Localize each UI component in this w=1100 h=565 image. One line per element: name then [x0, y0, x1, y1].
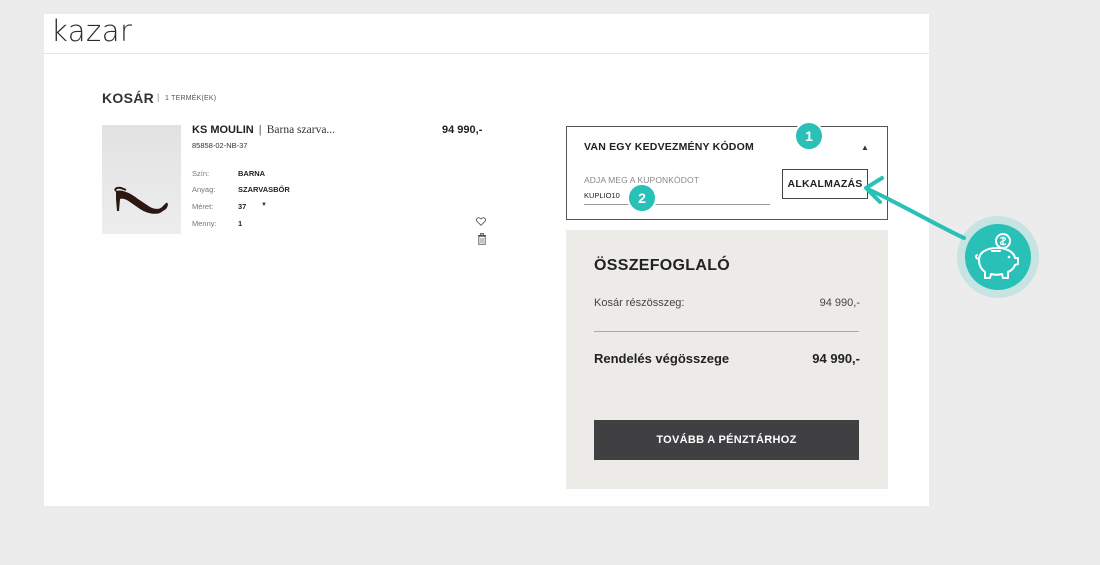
collapse-caret-icon[interactable]: ▲	[861, 143, 869, 152]
size-select[interactable]: 37	[238, 202, 246, 211]
quantity-value: 1	[238, 219, 243, 228]
coupon-code-input[interactable]: KUPLIO10	[584, 191, 620, 200]
step-badge-1: 1	[794, 121, 824, 151]
material-label: Anyag:	[192, 185, 216, 194]
coupon-input-underline	[584, 204, 770, 205]
proceed-to-checkout-button[interactable]: TOVÁBB A PÉNZTÁRHOZ	[594, 420, 859, 460]
product-name[interactable]: KS MOULIN	[192, 124, 254, 136]
size-label: Méret:	[192, 202, 214, 211]
product-name-separator: |	[258, 124, 262, 136]
product-name-line[interactable]: KS MOULIN | Barna szarva...	[192, 124, 335, 136]
summary-title: ÖSSZEFOGLALÓ	[594, 257, 731, 274]
pointer-arrow-icon	[864, 176, 966, 240]
heart-icon[interactable]	[476, 213, 486, 231]
product-image[interactable]	[102, 125, 181, 234]
cart-item-count: 1 TERMÉK(EK)	[165, 95, 217, 102]
order-total-label: Rendelés végösszege	[594, 351, 730, 366]
material-value: SZARVASBŐR	[238, 185, 290, 194]
page-card: kazar KOSÁR | 1 TERMÉK(EK) KS MOULIN | B…	[44, 14, 929, 506]
product-subtitle[interactable]: Barna szarva...	[267, 124, 335, 136]
coupon-title[interactable]: VAN EGY KEDVEZMÉNY KÓDOM	[584, 141, 754, 153]
piggy-bank-icon	[965, 224, 1031, 290]
subtotal-value: 94 990,-	[819, 297, 860, 309]
chevron-down-icon[interactable]: ▼	[261, 202, 267, 208]
order-total-value: 94 990,-	[812, 351, 860, 366]
quantity-label: Menny:	[192, 219, 217, 228]
trash-icon[interactable]	[477, 232, 487, 250]
product-price: 94 990,-	[442, 124, 483, 136]
coupon-panel: VAN EGY KEDVEZMÉNY KÓDOM ▲ ADJA MEG A KU…	[566, 126, 888, 220]
piggy-bank-badge	[957, 216, 1039, 298]
subtotal-label: Kosár részösszeg:	[594, 297, 685, 309]
summary-divider	[594, 331, 859, 332]
cart-title: KOSÁR	[102, 90, 155, 106]
apply-coupon-button[interactable]: ALKALMAZÁS	[782, 169, 868, 199]
step-badge-2: 2	[627, 183, 657, 213]
cart-title-separator: |	[157, 92, 160, 102]
product-sku: 85858-02-NB-37	[192, 141, 248, 150]
order-summary-panel: ÖSSZEFOGLALÓ Kosár részösszeg: 94 990,- …	[566, 230, 888, 489]
color-label: Szín:	[192, 169, 210, 178]
color-value: BARNA	[238, 169, 266, 178]
kazar-logo[interactable]: kazar	[51, 14, 132, 48]
header: kazar	[44, 14, 929, 54]
